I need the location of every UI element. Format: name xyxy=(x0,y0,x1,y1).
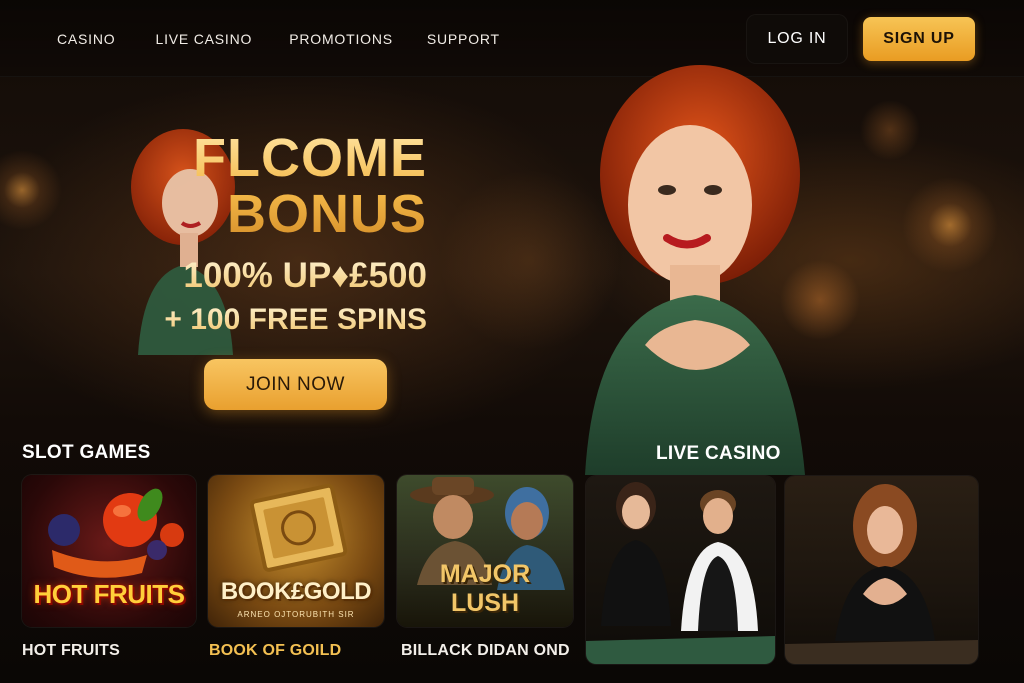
game-tile-hot-fruits[interactable]: HOT FRUITS xyxy=(22,475,196,627)
hot-fruits-logo-text: HOT FRUITS xyxy=(33,579,186,609)
major-lush-logo-line1: MAJOR xyxy=(439,560,531,588)
signup-button[interactable]: SIGN UP xyxy=(863,17,975,61)
hero-offer-amount: 100% UP♦£500 xyxy=(183,256,427,295)
book-of-gold-logo-text: BOOK£GOLD xyxy=(220,578,372,605)
live-casino-tile-dealers[interactable] xyxy=(586,476,775,664)
nav-support[interactable]: SUPPORT xyxy=(427,31,500,47)
hero-title: FLCOME BONUS xyxy=(193,130,427,242)
join-now-button[interactable]: JOIN NOW xyxy=(204,359,387,410)
dealer-icon xyxy=(785,484,978,664)
hero-title-line2: BONUS xyxy=(226,184,427,244)
hero-woman-portrait xyxy=(575,55,815,475)
live-casino-heading: LIVE CASINO xyxy=(656,443,781,464)
game-name-third-slot[interactable]: BILLACK DIDAN OND xyxy=(401,642,570,660)
nav-live-casino[interactable]: LIVE CASINO xyxy=(155,31,252,47)
main-nav: CASINO LIVE CASINO PROMOTIONS SUPPORT xyxy=(57,31,540,47)
slot-games-heading: SLOT GAMES xyxy=(22,442,151,463)
live-casino-tile-dealer[interactable] xyxy=(785,476,978,664)
book-of-gold-logo-subtext: ARNEO OJTORUBITH SIR xyxy=(237,610,355,619)
game-tile-book-of-gold[interactable]: BOOK£GOLD ARNEO OJTORUBITH SIR xyxy=(208,475,384,627)
hero-title-line1: FLCOME xyxy=(193,128,427,188)
dealers-icon xyxy=(586,482,775,664)
top-header: CASINO LIVE CASINO PROMOTIONS SUPPORT LO… xyxy=(0,0,1024,77)
game-name-hot-fruits[interactable]: HOT FRUITS xyxy=(22,642,120,660)
hero-offer-spins: + 100 FREE SPINS xyxy=(164,303,427,336)
game-tile-major-lush[interactable]: MAJOR LUSH xyxy=(397,475,573,627)
nav-promotions[interactable]: PROMOTIONS xyxy=(289,31,393,47)
major-lush-logo-line2: LUSH xyxy=(450,589,520,617)
nav-casino[interactable]: CASINO xyxy=(57,31,115,47)
game-name-book-of-gold[interactable]: BOOK OF GOILD xyxy=(209,642,341,660)
